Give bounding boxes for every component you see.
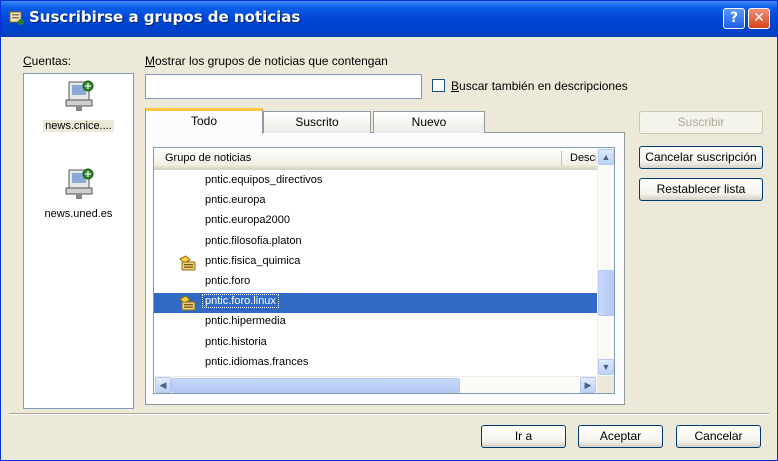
help-button[interactable]: ? — [723, 8, 745, 29]
column-divider[interactable] — [561, 151, 562, 166]
newsgroup-name: pntic.idiomas.frances — [205, 355, 309, 368]
account-item[interactable]: news.uned.es — [24, 166, 133, 220]
goto-button[interactable]: Ir a — [481, 425, 566, 448]
newsgroup-name: pntic.equipos_directivos — [205, 174, 323, 186]
list-item[interactable]: pntic.fisica_quimica — [154, 253, 597, 273]
search-input[interactable] — [145, 74, 422, 99]
newsgroup-name: pntic.filosofia.platon — [205, 234, 302, 247]
subscribed-newsgroup-icon — [178, 294, 198, 314]
newsgroup-name: pntic.foro — [205, 275, 251, 287]
newsgroup-name: pntic.historia — [205, 335, 267, 348]
cancel-button[interactable]: Cancelar — [676, 425, 761, 448]
account-name: news.uned.es — [44, 208, 113, 220]
news-server-icon — [65, 80, 93, 111]
scroll-up-icon[interactable]: ▲ — [598, 149, 614, 165]
search-descriptions-checkbox[interactable] — [432, 79, 445, 92]
close-icon: ✕ — [753, 10, 765, 26]
search-label: Mostrar los grupos de noticias que conte… — [145, 54, 388, 68]
list-item[interactable]: pntic.idiomas.frances — [154, 354, 597, 374]
separator — [9, 413, 769, 415]
horizontal-scroll-thumb[interactable] — [171, 378, 460, 393]
list-item[interactable]: pntic.historia — [154, 334, 597, 354]
list-header: Grupo de noticias Descripción — [154, 148, 597, 170]
subscribed-newsgroup-icon — [178, 254, 198, 274]
column-header-description[interactable]: Descripción — [570, 152, 596, 164]
button-label: Cancelar — [694, 429, 743, 443]
vertical-scrollbar[interactable]: ▲ ▼ — [597, 148, 614, 376]
horizontal-scrollbar[interactable]: ◀ ▶ — [154, 376, 597, 393]
scroll-right-icon[interactable]: ▶ — [580, 377, 596, 393]
tab-label: Nuevo — [411, 115, 447, 129]
tab-suscrito[interactable]: Suscrito — [263, 111, 371, 133]
window-title: Suscribirse a grupos de noticias — [29, 8, 301, 26]
subscribe-button[interactable]: Suscribir — [639, 111, 763, 134]
newsgroup-name: pntic.europa — [205, 194, 266, 207]
ok-button[interactable]: Aceptar — [578, 425, 663, 448]
list-item[interactable]: pntic.foro — [154, 273, 597, 293]
accounts-label: Cuentas: — [23, 54, 72, 68]
search-descriptions-label[interactable]: Buscar también en descripciones — [451, 79, 628, 93]
account-item[interactable]: news.cnice.... — [24, 78, 133, 132]
newsgroup-name: pntic.fisica_quimica — [205, 254, 301, 267]
newsgroup-list[interactable]: Grupo de noticias Descripción pntic.equi… — [153, 147, 615, 394]
button-label: Aceptar — [599, 429, 642, 443]
button-label: Ir a — [514, 429, 533, 443]
scroll-down-icon[interactable]: ▼ — [598, 359, 614, 375]
list-item[interactable]: pntic.europa — [154, 192, 597, 212]
button-label: Restablecer lista — [656, 182, 746, 196]
vertical-scroll-thumb[interactable] — [598, 270, 614, 316]
help-icon: ? — [729, 10, 739, 26]
button-label: Suscribir — [677, 115, 725, 129]
list-item[interactable]: pntic.europa2000 — [154, 212, 597, 232]
news-server-icon — [65, 168, 93, 199]
scrollbar-corner — [597, 376, 614, 393]
list-item[interactable]: pntic.filosofia.platon — [154, 233, 597, 253]
account-name: news.cnice.... — [43, 120, 114, 132]
tab-todo[interactable]: Todo — [145, 108, 263, 134]
list-item[interactable]: pntic.equipos_directivos — [154, 172, 597, 192]
reset-list-button[interactable]: Restablecer lista — [639, 178, 763, 201]
close-button[interactable]: ✕ — [748, 8, 770, 29]
title-bar[interactable]: Suscribirse a grupos de noticias ? ✕ — [1, 1, 777, 37]
scroll-left-icon[interactable]: ◀ — [155, 377, 171, 393]
unsubscribe-button[interactable]: Cancelar suscripción — [639, 146, 763, 169]
list-item[interactable]: pntic.foro.linux — [154, 293, 597, 314]
tab-nuevo[interactable]: Nuevo — [373, 111, 485, 133]
newsgroup-name: pntic.foro.linux — [202, 294, 279, 309]
subscribe-newsgroups-dialog: Suscribirse a grupos de noticias ? ✕ Cue… — [0, 0, 778, 461]
newsgroup-name: pntic.hipermedia — [205, 315, 286, 328]
accounts-list[interactable]: news.cnice.... news.uned.es — [23, 73, 134, 409]
newsgroup-icon — [9, 11, 24, 25]
tab-label: Suscrito — [295, 115, 339, 129]
newsgroup-name: pntic.europa2000 — [205, 214, 291, 227]
button-label: Cancelar suscripción — [645, 150, 757, 164]
list-item[interactable]: pntic.hipermedia — [154, 313, 597, 333]
tab-label: Todo — [190, 114, 218, 128]
column-header-group[interactable]: Grupo de noticias — [165, 152, 251, 164]
